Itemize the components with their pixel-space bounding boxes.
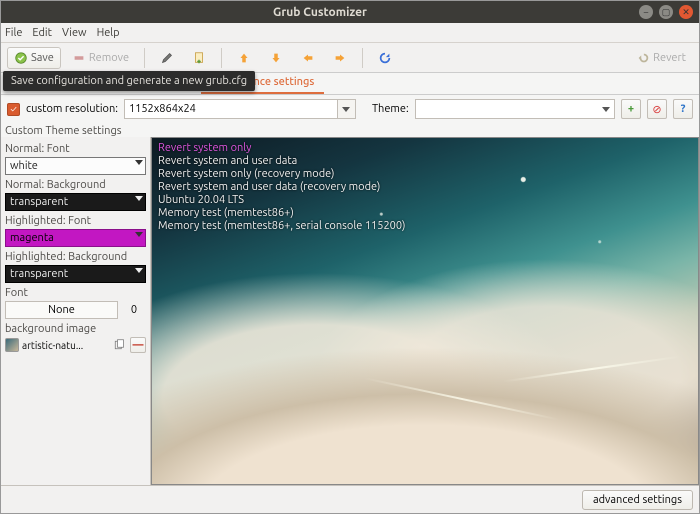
- theme-label: Theme:: [372, 103, 409, 115]
- menubar: File Edit View Help: [1, 23, 699, 43]
- move-left-button[interactable]: [294, 47, 322, 69]
- move-right-button[interactable]: [326, 47, 354, 69]
- copy-button[interactable]: [111, 337, 127, 353]
- normal-bg-value: transparent: [10, 196, 68, 208]
- close-button[interactable]: ✕: [679, 5, 693, 19]
- pencil-icon: [160, 51, 174, 65]
- custom-theme-section-label: Custom Theme settings: [1, 123, 699, 137]
- revert-button[interactable]: Revert: [629, 47, 693, 69]
- normal-bg-combo[interactable]: transparent: [5, 193, 146, 211]
- minus-icon: —: [133, 339, 144, 351]
- hl-bg-combo[interactable]: transparent: [5, 265, 146, 283]
- theme-remove-button[interactable]: ⊘: [647, 99, 667, 119]
- separator: [362, 48, 363, 68]
- custom-resolution-label: custom resolution:: [26, 103, 118, 115]
- maximize-button[interactable]: ▢: [659, 5, 673, 19]
- arrow-right-icon: [333, 51, 347, 65]
- chevron-down-icon: [135, 196, 143, 201]
- save-icon: [14, 51, 28, 65]
- resolution-value: 1152x864x24: [129, 103, 196, 115]
- font-label: Font: [5, 287, 146, 299]
- hl-font-label: Highlighted: Font: [5, 215, 146, 227]
- remove-label: Remove: [89, 52, 129, 64]
- boot-entry: Revert system only (recovery mode): [158, 168, 406, 181]
- chevron-down-icon: [135, 232, 143, 237]
- remove-icon: [72, 51, 86, 65]
- no-entry-icon: ⊘: [652, 103, 661, 116]
- preview-area: Revert system only Revert system and use…: [151, 137, 699, 485]
- normal-font-label: Normal: Font: [5, 143, 146, 155]
- boot-entry: Memory test (memtest86+): [158, 207, 406, 220]
- normal-font-combo[interactable]: white: [5, 157, 146, 175]
- help-icon: ?: [681, 103, 686, 115]
- custom-resolution-checkbox[interactable]: ✓: [7, 103, 20, 116]
- window-controls: – ▢ ✕: [639, 5, 699, 19]
- resolution-row: ✓ custom resolution: 1152x864x24 Theme: …: [1, 95, 699, 123]
- boot-entry: Revert system only: [158, 142, 406, 155]
- theme-settings-sidebar: Normal: Font white Normal: Background tr…: [1, 137, 151, 485]
- move-up-button[interactable]: [230, 47, 258, 69]
- menu-edit[interactable]: Edit: [32, 27, 52, 39]
- titlebar: Grub Customizer – ▢ ✕: [1, 1, 699, 23]
- window-title: Grub Customizer: [1, 6, 639, 19]
- new-button[interactable]: [185, 47, 213, 69]
- reload-button[interactable]: [371, 47, 399, 69]
- boot-entry: Revert system and user data (recovery mo…: [158, 181, 406, 194]
- menu-view[interactable]: View: [62, 27, 87, 39]
- remove-button[interactable]: Remove: [65, 47, 136, 69]
- boot-entry: Revert system and user data: [158, 155, 406, 168]
- reload-icon: [378, 51, 392, 65]
- bg-image-label: background image: [5, 323, 146, 335]
- plus-icon: +: [628, 103, 634, 115]
- menu-file[interactable]: File: [5, 27, 22, 39]
- hl-font-combo[interactable]: magenta: [5, 229, 146, 247]
- hl-bg-label: Highlighted: Background: [5, 251, 146, 263]
- chevron-down-icon[interactable]: [337, 100, 355, 118]
- font-chooser[interactable]: None: [5, 301, 118, 319]
- save-tooltip: Save configuration and generate a new gr…: [3, 71, 255, 91]
- font-size-value: 0: [122, 304, 146, 316]
- hl-font-value: magenta: [10, 232, 54, 244]
- hl-bg-value: transparent: [10, 268, 68, 280]
- resolution-combo[interactable]: 1152x864x24: [124, 99, 356, 119]
- edit-button[interactable]: [153, 47, 181, 69]
- chevron-down-icon: [135, 160, 143, 165]
- content: Normal: Font white Normal: Background tr…: [1, 137, 699, 485]
- bg-image-name[interactable]: artistic-natu...: [22, 340, 108, 351]
- delete-button[interactable]: —: [130, 337, 146, 353]
- revert-label: Revert: [653, 52, 686, 64]
- chevron-down-icon: [602, 107, 610, 112]
- normal-font-value: white: [10, 160, 38, 172]
- boot-entry: Memory test (memtest86+, serial console …: [158, 220, 406, 233]
- separator: [221, 48, 222, 68]
- theme-combo[interactable]: [415, 99, 615, 119]
- arrow-up-icon: [237, 51, 251, 65]
- menu-help[interactable]: Help: [97, 27, 120, 39]
- theme-add-button[interactable]: +: [621, 99, 641, 119]
- arrow-down-icon: [269, 51, 283, 65]
- boot-entry: Ubuntu 20.04 LTS: [158, 194, 406, 207]
- toolbar: Save Remove Revert Save configuration an…: [1, 43, 699, 73]
- bg-image-thumb: [5, 338, 19, 352]
- normal-bg-label: Normal: Background: [5, 179, 146, 191]
- advanced-settings-button[interactable]: advanced settings: [582, 490, 693, 510]
- copy-icon: [113, 339, 125, 351]
- save-button[interactable]: Save: [7, 47, 61, 69]
- boot-menu-preview: Revert system only Revert system and use…: [158, 142, 406, 233]
- new-icon: [192, 51, 206, 65]
- move-down-button[interactable]: [262, 47, 290, 69]
- revert-icon: [636, 51, 650, 65]
- minimize-button[interactable]: –: [639, 5, 653, 19]
- footer: advanced settings: [1, 485, 699, 513]
- save-label: Save: [31, 52, 54, 64]
- arrow-left-icon: [301, 51, 315, 65]
- theme-help-button[interactable]: ?: [673, 99, 693, 119]
- chevron-down-icon: [135, 268, 143, 273]
- separator: [144, 48, 145, 68]
